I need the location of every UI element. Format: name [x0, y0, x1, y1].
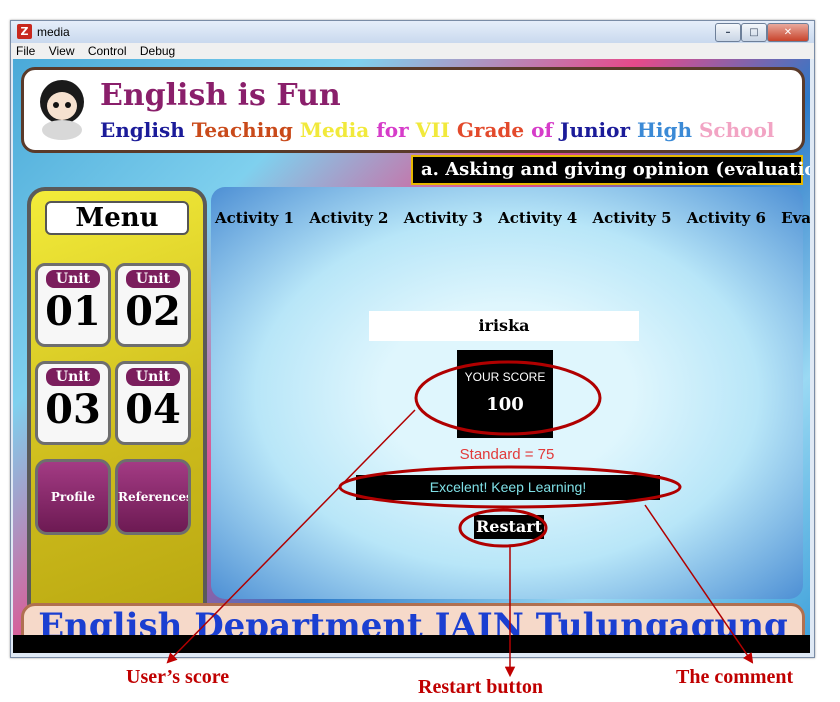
user-score-annotation: User’s score: [126, 666, 230, 688]
app-title: English is Fun: [100, 78, 341, 113]
restart-button-annotation: Restart button: [418, 676, 543, 698]
menu-control[interactable]: Control: [88, 44, 127, 58]
unit-03-button[interactable]: Unit 03: [35, 361, 111, 445]
header-banner: English is Fun English Teaching Media fo…: [21, 67, 805, 153]
subtitle-word: Teaching: [191, 118, 300, 142]
subtitle-word: English: [100, 118, 192, 142]
unit-number: 02: [125, 288, 181, 335]
restart-button[interactable]: Restart: [474, 515, 544, 539]
tab-activity-1[interactable]: Activity 1: [215, 209, 294, 227]
mascot-icon: [40, 80, 84, 140]
bottom-bar: [13, 635, 810, 653]
flash-stage: English is Fun English Teaching Media fo…: [13, 59, 810, 653]
subtitle-word: School: [698, 118, 775, 142]
score-label: YOUR SCORE: [464, 370, 546, 384]
window-title: media: [37, 25, 70, 39]
unit-label: Unit: [46, 368, 100, 386]
score-box: YOUR SCORE 100: [457, 350, 553, 438]
unit-04-button[interactable]: Unit 04: [115, 361, 191, 445]
close-button[interactable]: ✕: [767, 23, 809, 42]
subtitle-word: Media: [299, 118, 377, 142]
minimize-button[interactable]: –: [715, 23, 741, 42]
subtitle-word: of: [531, 118, 560, 142]
tab-activity-6[interactable]: Activity 6: [687, 209, 766, 227]
profile-button[interactable]: Profile: [35, 459, 111, 535]
tab-activity-5[interactable]: Activity 5: [592, 209, 671, 227]
subtitle-word: Grade: [456, 118, 532, 142]
comment-text: Excelent! Keep Learning!: [356, 475, 660, 500]
subtitle-word: VII: [415, 118, 457, 142]
subtitle-word: High: [636, 118, 699, 142]
standard-text: Standard = 75: [459, 446, 555, 463]
unit-label: Unit: [46, 270, 100, 288]
menu-view[interactable]: View: [49, 44, 75, 58]
unit-01-button[interactable]: Unit 01: [35, 263, 111, 347]
tab-activity-2[interactable]: Activity 2: [309, 209, 388, 227]
activity-tabs: Activity 1 Activity 2 Activity 3 Activit…: [215, 209, 810, 227]
references-button[interactable]: References: [115, 459, 191, 535]
tab-activity-4[interactable]: Activity 4: [498, 209, 577, 227]
unit-02-button[interactable]: Unit 02: [115, 263, 191, 347]
maximize-button[interactable]: □: [741, 23, 767, 42]
topic-banner: a. Asking and giving opinion (evaluation…: [411, 155, 810, 185]
app-icon: Z: [17, 24, 32, 39]
title-bar[interactable]: Z media – □ ✕: [11, 21, 814, 43]
unit-number: 03: [45, 386, 101, 433]
content-panel: Activity 1 Activity 2 Activity 3 Activit…: [211, 187, 810, 599]
menu-debug[interactable]: Debug: [140, 44, 175, 58]
menu-bar: File View Control Debug: [11, 43, 814, 59]
subtitle-word: for: [376, 118, 416, 142]
unit-label: Unit: [126, 368, 180, 386]
app-window: Z media – □ ✕ File View Control Debug En…: [10, 20, 815, 658]
score-value: 100: [486, 394, 524, 415]
tab-evaluation[interactable]: Evaluation: [781, 209, 810, 227]
user-name: iriska: [369, 311, 639, 341]
unit-label: Unit: [126, 270, 180, 288]
unit-number: 04: [125, 386, 181, 433]
app-subtitle: English Teaching Media for VII Grade of …: [100, 118, 774, 142]
comment-annotation: The comment: [676, 666, 794, 688]
unit-number: 01: [45, 288, 101, 335]
menu-title: Menu: [45, 201, 189, 235]
menu-file[interactable]: File: [16, 44, 35, 58]
tab-activity-3[interactable]: Activity 3: [404, 209, 483, 227]
subtitle-word: Junior: [560, 118, 637, 142]
sidebar-menu: Menu Unit 01 Unit 02 Unit 03 Unit 04 Pro…: [27, 187, 207, 621]
